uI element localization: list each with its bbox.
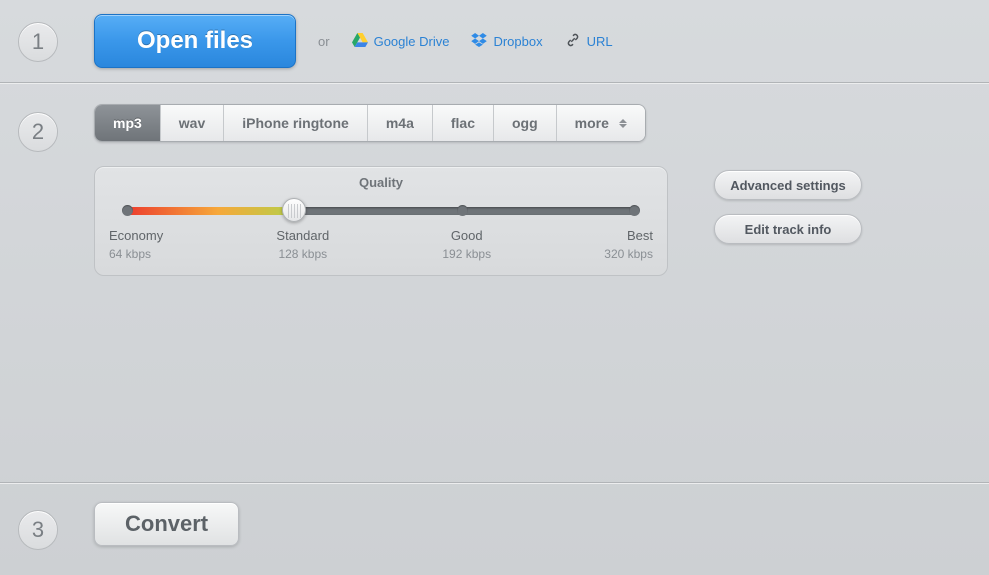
step-number-2: 2 [18, 112, 58, 152]
edit-track-info-button[interactable]: Edit track info [714, 214, 862, 244]
format-tab-iphone-ringtone[interactable]: iPhone ringtone [224, 105, 368, 141]
url-label: URL [587, 34, 613, 49]
step3-body: Convert [94, 502, 971, 546]
dropbox-icon [471, 33, 487, 50]
google-drive-label: Google Drive [374, 34, 450, 49]
quality-panel: Quality Economy 64 kbps Standard 128 kbp… [94, 166, 668, 276]
google-drive-icon [352, 33, 368, 50]
url-link[interactable]: URL [565, 33, 613, 50]
dropbox-link[interactable]: Dropbox [471, 33, 542, 50]
format-tab-label: iPhone ringtone [242, 115, 349, 131]
format-tab-wav[interactable]: wav [161, 105, 224, 141]
quality-rate: 64 kbps [109, 247, 163, 261]
slider-stop-best [629, 205, 640, 216]
step-number-3: 3 [18, 510, 58, 550]
step-number-1: 1 [18, 22, 58, 62]
open-files-button[interactable]: Open files [94, 14, 296, 68]
slider-fill [125, 207, 294, 215]
quality-name: Economy [109, 228, 163, 243]
quality-name: Standard [276, 228, 329, 243]
slider-stop-economy [122, 205, 133, 216]
format-tab-label: m4a [386, 115, 414, 131]
format-tab-label: ogg [512, 115, 538, 131]
quality-level-best: Best 320 kbps [604, 228, 653, 261]
slider-stop-good [457, 205, 468, 216]
link-icon [565, 33, 581, 50]
sort-icon [619, 119, 627, 128]
format-tab-label: more [575, 115, 609, 131]
google-drive-link[interactable]: Google Drive [352, 33, 450, 50]
quality-name: Best [604, 228, 653, 243]
quality-labels: Economy 64 kbps Standard 128 kbps Good 1… [109, 228, 653, 261]
dropbox-label: Dropbox [493, 34, 542, 49]
quality-slider[interactable] [125, 200, 637, 220]
step-1: 1 Open files or Google Drive Dropbox URL [0, 0, 989, 83]
quality-level-economy: Economy 64 kbps [109, 228, 163, 261]
quality-level-standard: Standard 128 kbps [276, 228, 329, 261]
quality-level-good: Good 192 kbps [442, 228, 491, 261]
format-tab-more[interactable]: more [557, 105, 645, 141]
side-buttons: Advanced settings Edit track info [714, 170, 862, 244]
format-tab-mp3[interactable]: mp3 [95, 105, 161, 141]
quality-name: Good [442, 228, 491, 243]
format-tab-flac[interactable]: flac [433, 105, 494, 141]
format-tab-label: flac [451, 115, 475, 131]
quality-title: Quality [117, 175, 645, 190]
format-tab-m4a[interactable]: m4a [368, 105, 433, 141]
step-3: 3 Convert [0, 483, 989, 568]
slider-handle[interactable] [282, 198, 306, 222]
format-tab-label: wav [179, 115, 205, 131]
quality-rate: 192 kbps [442, 247, 491, 261]
step-2: 2 mp3 wav iPhone ringtone m4a flac ogg more Qu… [0, 83, 989, 483]
format-tab-ogg[interactable]: ogg [494, 105, 557, 141]
convert-button[interactable]: Convert [94, 502, 239, 546]
step1-body: Open files or Google Drive Dropbox URL [94, 14, 971, 68]
format-tabs: mp3 wav iPhone ringtone m4a flac ogg more [94, 104, 646, 142]
format-tab-label: mp3 [113, 115, 142, 131]
or-label: or [318, 34, 330, 49]
quality-rate: 128 kbps [276, 247, 329, 261]
advanced-settings-button[interactable]: Advanced settings [714, 170, 862, 200]
quality-rate: 320 kbps [604, 247, 653, 261]
